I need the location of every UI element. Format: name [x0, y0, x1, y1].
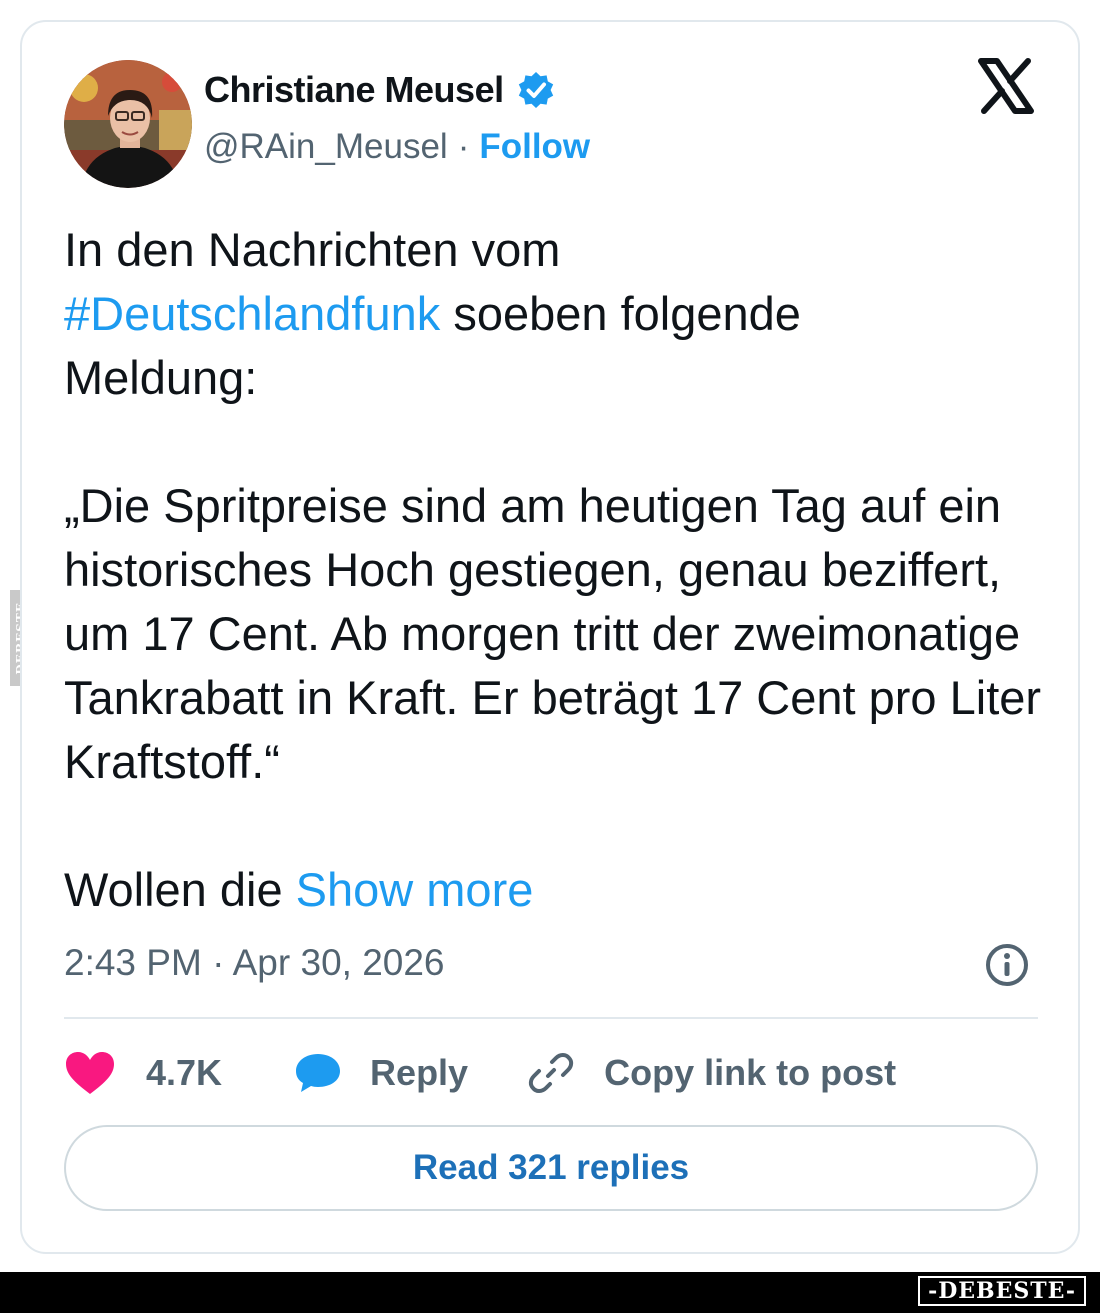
tweet-line-2: #Deutschlandfunk soeben folgende — [64, 282, 1054, 346]
footer-bar: -DEBESTE- — [0, 1272, 1100, 1313]
reply-label: Reply — [370, 1052, 469, 1093]
heart-icon — [64, 1050, 116, 1096]
like-button[interactable]: 4.7K — [64, 1050, 222, 1096]
tweet-text: In den Nachrichten vom #Deutschlandfunk … — [64, 218, 1054, 922]
info-icon[interactable] — [984, 942, 1030, 988]
author-name-row: Christiane Meusel — [204, 69, 556, 111]
tweet-truncated-line: Wollen die Show more — [64, 858, 1054, 922]
reply-button[interactable]: Reply — [294, 1051, 468, 1095]
divider — [64, 1017, 1038, 1019]
author-handle[interactable]: @RAin_Meusel — [204, 127, 448, 167]
footer-watermark: -DEBESTE- — [918, 1276, 1086, 1306]
copy-link-button[interactable]: Copy link to post — [528, 1050, 896, 1096]
tweet-timestamp[interactable]: 2:43 PM · Apr 30, 2026 — [64, 942, 445, 984]
author-handle-row: @RAin_Meusel · Follow — [204, 127, 590, 167]
avatar-image — [64, 60, 192, 188]
action-bar: 4.7K Reply Copy link to post — [64, 1049, 896, 1097]
tweet-line-2-rest: soeben folgende — [440, 287, 801, 340]
verified-badge-icon — [516, 70, 556, 110]
follow-button[interactable]: Follow — [479, 127, 590, 167]
read-replies-button[interactable]: Read 321 replies — [64, 1125, 1038, 1211]
separator-dot: · — [457, 127, 470, 166]
copy-link-label: Copy link to post — [604, 1052, 897, 1093]
page: DEBESTE — [0, 0, 1100, 1313]
likes-count: 4.7K — [146, 1052, 223, 1093]
link-icon — [528, 1050, 574, 1096]
show-more-link[interactable]: Show more — [296, 863, 534, 916]
tweet-truncated-text: Wollen die — [64, 863, 296, 916]
hashtag-link[interactable]: #Deutschlandfunk — [64, 287, 440, 340]
reply-bubble-icon — [294, 1051, 342, 1095]
tweet-quote: „Die Spritpreise sind am heutigen Tag au… — [64, 479, 1042, 788]
author-name[interactable]: Christiane Meusel — [204, 69, 504, 111]
tweet-line-3: Meldung: — [64, 351, 258, 404]
tweet-line-1: In den Nachrichten vom — [64, 223, 561, 276]
avatar[interactable] — [64, 60, 192, 188]
x-logo-icon[interactable] — [977, 58, 1035, 114]
tweet-card: Christiane Meusel @RAin_Meusel · Follow … — [20, 20, 1080, 1254]
